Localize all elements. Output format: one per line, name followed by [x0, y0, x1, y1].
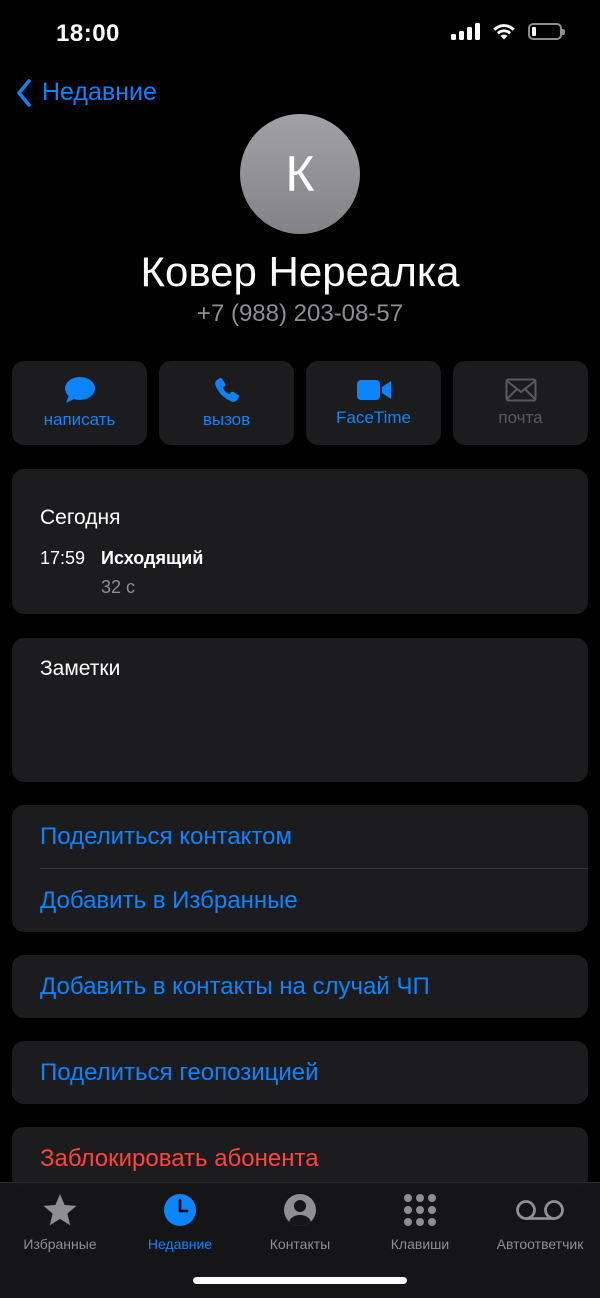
action-buttons: написать вызов FaceTime почта — [12, 361, 588, 445]
tab-recents-label: Недавние — [147, 1236, 213, 1252]
call-button-label: вызов — [202, 410, 251, 429]
avatar[interactable]: К — [240, 114, 360, 234]
emergency-contact-card: Добавить в контакты на случай ЧП — [12, 955, 588, 1018]
share-location-card: Поделиться геопозицией — [12, 1041, 588, 1104]
tab-voicemail-label: Автоответчик — [496, 1236, 584, 1252]
message-button-label: написать — [43, 410, 116, 429]
cellular-signal-icon — [451, 22, 480, 40]
voicemail-icon — [516, 1200, 564, 1220]
call-history-card: Сегодня 17:59 Исходящий 32 с — [12, 469, 588, 614]
chevron-left-icon — [17, 78, 31, 107]
tab-keypad-label: Клавиши — [390, 1236, 450, 1252]
history-call-time: 17:59 — [40, 548, 86, 568]
add-emergency-contact-button[interactable]: Добавить в контакты на случай ЧП — [40, 973, 430, 1001]
history-date-title: Сегодня — [40, 506, 121, 529]
person-icon — [284, 1194, 316, 1226]
wifi-icon — [493, 24, 515, 40]
facetime-button-label: FaceTime — [336, 408, 411, 427]
tab-favorites[interactable]: Избранные — [0, 1183, 120, 1252]
notes-card[interactable]: Заметки — [12, 638, 588, 782]
battery-icon — [528, 22, 565, 40]
tab-voicemail[interactable]: Автоответчик — [480, 1183, 600, 1252]
tab-recents[interactable]: Недавние — [120, 1183, 240, 1252]
contact-name: Ковер Нереалка — [140, 248, 460, 295]
avatar-initial: К — [285, 146, 315, 202]
block-caller-card: Заблокировать абонента — [12, 1127, 588, 1190]
back-label: Недавние — [42, 78, 157, 106]
phone-icon — [214, 378, 239, 402]
tab-contacts[interactable]: Контакты — [240, 1183, 360, 1252]
clock-icon — [164, 1194, 196, 1226]
mail-icon — [505, 378, 536, 402]
message-button[interactable]: написать — [12, 361, 147, 445]
share-contact-button[interactable]: Поделиться контактом — [40, 823, 292, 851]
block-caller-button[interactable]: Заблокировать абонента — [40, 1145, 319, 1173]
video-icon — [356, 380, 391, 400]
divider — [40, 868, 588, 869]
status-time: 18:00 — [56, 20, 120, 47]
star-icon — [43, 1194, 77, 1226]
history-call-type: Исходящий — [101, 548, 204, 568]
tab-keypad[interactable]: Клавиши — [360, 1183, 480, 1252]
mail-button-label: почта — [498, 408, 543, 427]
tab-favorites-label: Избранные — [23, 1236, 97, 1252]
home-indicator[interactable] — [193, 1277, 407, 1284]
back-button[interactable]: Недавние — [16, 78, 157, 107]
facetime-button[interactable]: FaceTime — [306, 361, 441, 445]
call-button[interactable]: вызов — [159, 361, 294, 445]
tab-contacts-label: Контакты — [269, 1236, 331, 1252]
history-call-duration: 32 с — [101, 577, 136, 597]
mail-button[interactable]: почта — [453, 361, 588, 445]
add-to-favorites-button[interactable]: Добавить в Избранные — [40, 887, 298, 915]
contact-actions-group: Поделиться контактом Добавить в Избранны… — [12, 805, 588, 932]
notes-title: Заметки — [40, 657, 121, 680]
share-location-button[interactable]: Поделиться геопозицией — [40, 1059, 319, 1087]
keypad-icon — [404, 1194, 436, 1226]
status-bar: 18:00 — [0, 0, 600, 70]
message-icon — [64, 377, 95, 403]
contact-phone: +7 (988) 203-08-57 — [196, 300, 404, 327]
status-icons — [451, 22, 565, 40]
